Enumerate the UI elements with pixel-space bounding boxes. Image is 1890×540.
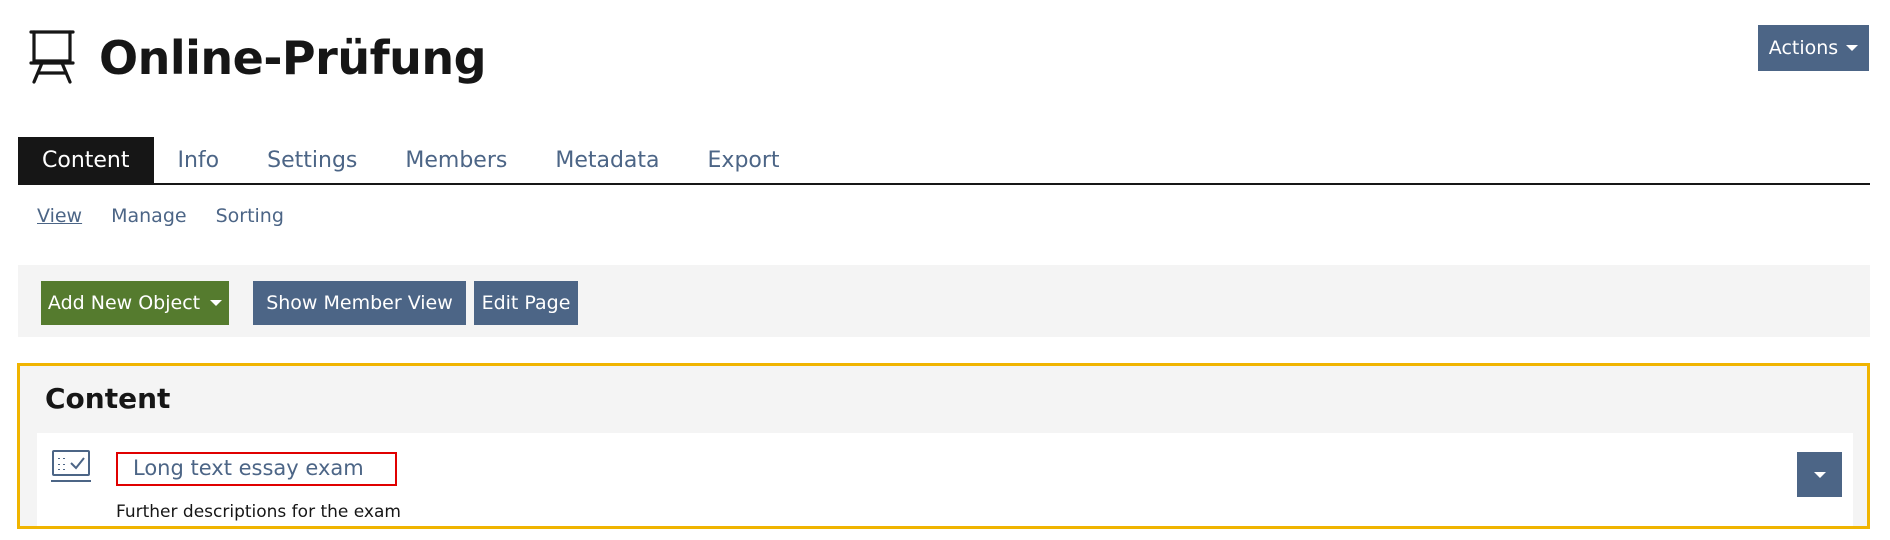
subtab-manage[interactable]: Manage (111, 205, 186, 227)
tab-info[interactable]: Info (154, 137, 244, 183)
caret-down-icon (1846, 45, 1859, 51)
item-description: Further descriptions for the exam (116, 502, 401, 522)
tab-members[interactable]: Members (381, 137, 531, 183)
toolbar: Add New Object Show Member View Edit Pag… (18, 265, 1870, 337)
subtab-sorting[interactable]: Sorting (216, 205, 284, 227)
add-new-object-button[interactable]: Add New Object (41, 281, 229, 325)
edit-page-button[interactable]: Edit Page (474, 281, 578, 325)
item-actions-dropdown-button[interactable] (1797, 452, 1842, 497)
caret-down-icon (210, 300, 223, 306)
presentation-board-icon (28, 29, 78, 85)
tab-settings[interactable]: Settings (243, 137, 381, 183)
tab-metadata[interactable]: Metadata (531, 137, 683, 183)
page-title: Online-Prüfung (99, 31, 487, 85)
tab-content[interactable]: Content (18, 137, 154, 183)
tab-export[interactable]: Export (684, 137, 804, 183)
main-tabs: Content Info Settings Members Metadata E… (18, 137, 1870, 185)
content-block: Content Long text essay exam Further des… (17, 363, 1870, 529)
test-checklist-icon (51, 449, 91, 487)
subtab-view[interactable]: View (37, 205, 82, 227)
sub-tabs: View Manage Sorting (37, 205, 284, 227)
show-member-view-button[interactable]: Show Member View (253, 281, 466, 325)
add-new-object-label: Add New Object (47, 292, 201, 314)
item-title-link[interactable]: Long text essay exam (116, 452, 397, 486)
content-block-title: Content (45, 382, 171, 415)
caret-down-icon (1813, 471, 1826, 478)
actions-button-label: Actions (1768, 37, 1839, 59)
actions-button[interactable]: Actions (1758, 25, 1869, 71)
